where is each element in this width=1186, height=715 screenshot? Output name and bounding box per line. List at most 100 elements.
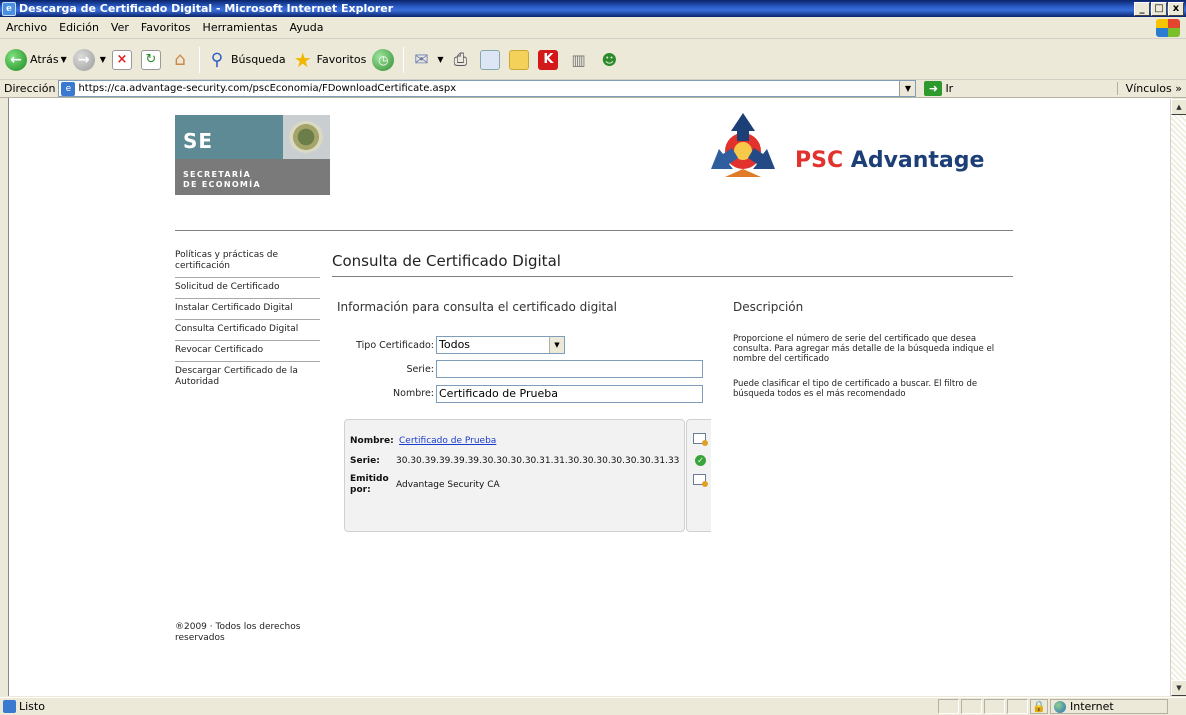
menu-favoritos[interactable]: Favoritos (135, 21, 197, 34)
folder-button[interactable] (506, 44, 535, 76)
left-nav: Políticas y prácticas de certificación S… (175, 246, 320, 393)
home-button[interactable]: ⌂ (167, 44, 196, 76)
download-certificate-icon[interactable] (693, 433, 708, 446)
kaspersky-icon: K (538, 49, 559, 70)
result-serie-value: 30.30.39.39.39.39.30.30.30.30.31.31.30.3… (396, 456, 680, 466)
search-label: Búsqueda (230, 53, 286, 66)
history-button[interactable]: ◷ (369, 44, 400, 76)
edit-icon (480, 49, 501, 70)
secretaria-economia-logo: SE SECRETARÍA DE ECONOMÍA (175, 115, 330, 195)
stop-icon: × (111, 49, 132, 70)
serie-input[interactable] (436, 360, 703, 378)
address-bar: Dirección e https://ca.advantage-securit… (0, 80, 1186, 98)
address-url[interactable]: https://ca.advantage-security.com/pscEco… (78, 83, 456, 94)
title-bar: e Descarga de Certificado Digital - Micr… (0, 0, 1186, 17)
mail-dropdown-icon[interactable]: ▼ (437, 55, 443, 64)
favorites-label: Favoritos (316, 53, 367, 66)
forward-dropdown-icon[interactable]: ▼ (100, 55, 106, 64)
address-dropdown-icon[interactable]: ▼ (899, 81, 916, 96)
scroll-up-icon[interactable]: ▲ (1171, 99, 1186, 115)
se-emblem-block (283, 115, 330, 159)
psc-wordmark-red: PSC (795, 148, 844, 173)
nav-item-politicas[interactable]: Políticas y prácticas de certificación (175, 246, 320, 278)
title-divider (332, 276, 1013, 277)
favorites-button[interactable]: ★ Favoritos (289, 44, 370, 76)
psc-wordmark-blue: Advantage (850, 148, 985, 173)
chevron-down-icon[interactable]: ▼ (549, 337, 564, 353)
psc-mark-icon (711, 113, 775, 177)
maximize-button[interactable]: □ (1151, 1, 1167, 16)
stop-button[interactable]: × (109, 44, 138, 76)
status-bar: Listo 🔒 Internet (0, 697, 1186, 715)
printer-icon: ⎙ (453, 49, 468, 70)
address-input[interactable]: e https://ca.advantage-security.com/pscE… (58, 80, 917, 97)
go-button[interactable]: ➜ Ir (924, 81, 953, 96)
view-certificate-icon[interactable] (693, 474, 708, 487)
address-label: Dirección (4, 82, 56, 95)
refresh-icon: ↻ (140, 49, 161, 70)
menu-ver[interactable]: Ver (105, 21, 135, 34)
result-serie-label: Serie: (350, 456, 380, 466)
result-nombre-label: Nombre: (350, 436, 394, 446)
windows-logo-icon (1156, 18, 1180, 37)
description-paragraph-1: Proporcione el número de serie del certi… (733, 334, 995, 364)
research-button[interactable]: ▥ (564, 44, 595, 76)
result-nombre-link[interactable]: Certificado de Prueba (399, 436, 496, 446)
forward-button[interactable]: → ▼ (70, 44, 109, 76)
mail-icon: ✉ (414, 49, 429, 70)
nav-item-solicitud[interactable]: Solicitud de Certificado (175, 278, 320, 299)
header-divider (175, 230, 1013, 231)
links-button[interactable]: Vínculos » (1116, 82, 1182, 95)
copyright-text: ®2009 · Todos los derechos reservados (175, 622, 301, 643)
tipo-certificado-select[interactable]: Todos ▼ (436, 336, 565, 354)
tipo-certificado-label: Tipo Certificado: (356, 340, 434, 351)
menu-ayuda[interactable]: Ayuda (283, 21, 329, 34)
refresh-button[interactable]: ↻ (138, 44, 167, 76)
home-icon: ⌂ (174, 48, 186, 70)
star-icon: ★ (293, 47, 312, 72)
search-button[interactable]: ⚲ Búsqueda (203, 44, 289, 76)
folder-icon (509, 49, 530, 70)
close-button[interactable]: x (1168, 1, 1184, 16)
status-cell (961, 699, 982, 714)
nav-item-descargar[interactable]: Descargar Certificado de la Autoridad (175, 362, 320, 393)
print-button[interactable]: ⎙ (446, 44, 477, 76)
back-button[interactable]: ← Atrás ▼ (2, 44, 70, 76)
lock-icon[interactable]: 🔒 (1030, 699, 1048, 714)
nombre-input[interactable]: Certificado de Prueba (436, 385, 703, 403)
se-logo-line1: SECRETARÍA (183, 170, 252, 179)
window-title: Descarga de Certificado Digital - Micros… (19, 2, 394, 15)
research-icon: ▥ (571, 50, 586, 69)
messenger-button[interactable]: ☻ (595, 44, 626, 76)
nav-item-consulta[interactable]: Consulta Certificado Digital (175, 320, 320, 341)
minimize-button[interactable]: _ (1134, 1, 1150, 16)
back-label: Atrás (30, 53, 59, 66)
page-icon: e (61, 81, 76, 96)
result-emitido-label-2: por: (350, 485, 371, 495)
toolbar-separator (403, 46, 405, 73)
messenger-icon: ☻ (601, 50, 618, 69)
edit-button[interactable] (477, 44, 506, 76)
go-label: Ir (945, 82, 954, 95)
page-status-icon (3, 700, 16, 713)
nav-item-revocar[interactable]: Revocar Certificado (175, 341, 320, 362)
history-icon: ◷ (372, 48, 395, 71)
menu-herramientas[interactable]: Herramientas (197, 21, 284, 34)
back-dropdown-icon[interactable]: ▼ (61, 55, 67, 64)
status-text: Listo (19, 700, 45, 713)
nav-item-instalar[interactable]: Instalar Certificado Digital (175, 299, 320, 320)
search-icon: ⚲ (210, 49, 224, 70)
status-cell (984, 699, 1005, 714)
kaspersky-button[interactable]: K (535, 44, 564, 76)
toolbar-separator (198, 46, 200, 73)
forward-arrow-icon: → (72, 48, 95, 71)
menu-archivo[interactable]: Archivo (0, 21, 53, 34)
psc-wordmark: PSC Advantage (795, 148, 984, 173)
scroll-down-icon[interactable]: ▼ (1171, 680, 1186, 696)
se-logo-line2: DE ECONOMÍA (183, 180, 261, 189)
mexican-coat-of-arms-icon (289, 121, 323, 153)
vertical-scrollbar[interactable]: ▲ ▼ (1170, 99, 1186, 696)
mail-button[interactable]: ✉ ▼ (407, 44, 446, 76)
menu-edicion[interactable]: Edición (53, 21, 105, 34)
back-arrow-icon: ← (5, 48, 27, 71)
